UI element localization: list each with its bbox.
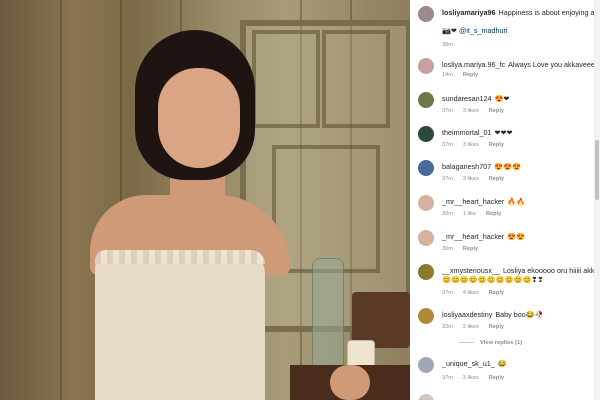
like-count[interactable]: 2 likes	[463, 324, 479, 330]
caption-mention[interactable]: @it_s_madhuri	[459, 26, 507, 35]
avatar[interactable]	[418, 195, 434, 211]
reply-button[interactable]: Reply	[489, 142, 504, 148]
person-figure	[40, 30, 320, 400]
reply-button[interactable]: Reply	[489, 108, 504, 114]
reply-button[interactable]: Reply	[489, 176, 504, 182]
comment-time: 37m	[442, 142, 453, 148]
list-item: sundaresan124 😍❤ 37m 3 likes Reply	[418, 92, 600, 118]
view-replies-button[interactable]: View replies (1)	[458, 340, 522, 346]
comment-text: 🔥🔥	[507, 197, 526, 206]
comment-username[interactable]: _unique_sk_u1_	[442, 359, 495, 368]
comment-time: 37m	[442, 290, 453, 296]
comment-text: Baby boo😂🥀	[495, 310, 544, 319]
comment-username[interactable]: losliyaaxdestiny	[442, 310, 492, 319]
comment-text: 😍😍	[507, 232, 526, 241]
comment-time: 30m	[442, 246, 453, 252]
reply-button[interactable]: Reply	[463, 72, 478, 78]
scrollbar[interactable]	[594, 0, 600, 400]
list-item: theimmortal_01 ❤❤❤ 37m 3 likes Reply	[418, 126, 600, 152]
avatar[interactable]	[418, 6, 434, 22]
comment-text: Always Love you akkaveee😍	[508, 60, 600, 69]
like-count[interactable]: 4 likes	[463, 290, 479, 296]
list-item: losliya.mariya.96_fc Always Love you akka…	[418, 58, 600, 84]
list-item: balaganesh707 😍😍😍 37m 3 likes Reply	[418, 160, 600, 186]
comment-time: 37m	[442, 375, 453, 381]
comment-time: 30m	[442, 211, 453, 217]
avatar[interactable]	[418, 264, 434, 280]
comment-username[interactable]: sundaresan124	[442, 94, 492, 103]
list-item: __xmysteriousx__ Losliya ekooooo oru hiii…	[418, 264, 600, 300]
comment-time: 37m	[442, 108, 453, 114]
comment-text: 😍❤	[494, 94, 510, 103]
reply-button[interactable]: Reply	[489, 375, 504, 381]
list-item: _mr__heart_hacker 😍😍 30m Reply	[418, 230, 600, 256]
like-count[interactable]: 3 likes	[463, 176, 479, 182]
comment-username[interactable]: balaganesh707	[442, 162, 491, 171]
comment-text: ❤❤❤	[494, 128, 513, 137]
reply-button[interactable]: Reply	[486, 211, 501, 217]
like-count[interactable]: 3 likes	[463, 375, 479, 381]
comments-panel[interactable]: losliyamariya96 Happiness is about enjoyi…	[410, 0, 600, 400]
caption-username[interactable]: losliyamariya96	[442, 8, 496, 17]
comment-text: 😊😊😊😊😊😊😊😊😊😊❣❣	[442, 275, 544, 284]
caption-text: Happiness is about enjoying all y	[498, 8, 600, 17]
comment-time: 37m	[442, 176, 453, 182]
comment-username[interactable]: losliya.mariya.96_fc	[442, 60, 505, 69]
like-count[interactable]: 3 likes	[463, 108, 479, 114]
list-item: losliyaaxdestiny Baby boo😂🥀 32m 2 likes Rep…	[418, 308, 600, 334]
avatar[interactable]	[418, 58, 434, 74]
comment-username[interactable]: theimmortal_01	[442, 128, 492, 137]
reply-button[interactable]: Reply	[489, 290, 504, 296]
comment-time: 14m	[442, 72, 453, 78]
avatar[interactable]	[418, 126, 434, 142]
avatar[interactable]	[418, 308, 434, 324]
avatar[interactable]	[418, 160, 434, 176]
comment-username[interactable]: __xmysteriousx__	[442, 266, 500, 275]
comment-username[interactable]: _mr__heart_hacker	[442, 197, 504, 206]
avatar[interactable]	[418, 357, 434, 373]
comment-text: 😍😍😍	[494, 162, 522, 171]
reply-button[interactable]: Reply	[489, 324, 504, 330]
list-item: _unique_sk_u1_ 😂 37m 3 likes Reply	[418, 357, 600, 383]
reply-button[interactable]: Reply	[463, 246, 478, 252]
avatar[interactable]	[418, 92, 434, 108]
list-item: _mr__heart_hacker 🔥🔥 30m 1 like Reply	[418, 195, 600, 221]
like-count[interactable]: 1 like	[463, 211, 476, 217]
caption: losliyamariya96 Happiness is about enjoyi…	[418, 6, 600, 52]
post-photo	[0, 0, 410, 400]
list-item	[418, 394, 600, 400]
like-count[interactable]: 3 likes	[463, 142, 479, 148]
caption-emojis: 📷❤	[442, 26, 457, 35]
comment-username[interactable]: _mr__heart_hacker	[442, 232, 504, 241]
comment-text: Losliya ekooooo oru hiiiii akka	[502, 266, 599, 275]
caption-time: 38m	[442, 42, 453, 48]
avatar[interactable]	[418, 230, 434, 246]
comment-time: 32m	[442, 324, 453, 330]
comment-text: 😂	[497, 359, 507, 368]
scrollbar-thumb[interactable]	[595, 140, 599, 200]
avatar[interactable]	[418, 394, 434, 400]
